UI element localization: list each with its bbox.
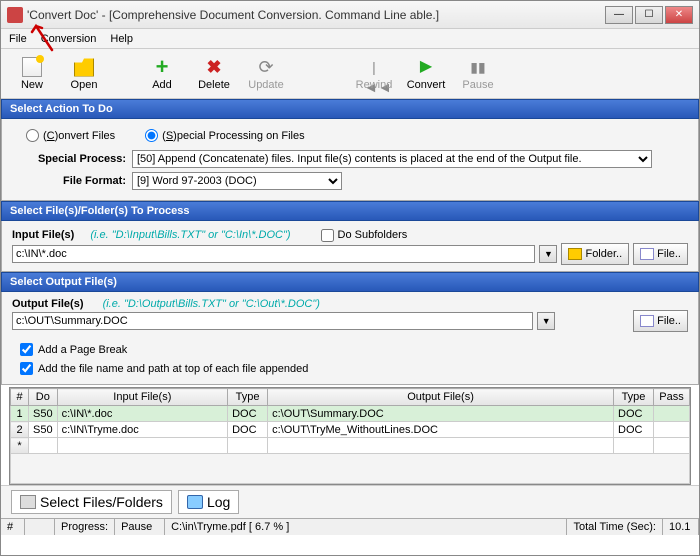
open-button[interactable]: Open — [61, 55, 107, 93]
output-files-label: Output File(s) — [12, 296, 84, 312]
convert-button[interactable]: ▶Convert — [403, 55, 449, 93]
toolbar: New Open +Add ✖Delete ⟳Update |◄◄Rewind … — [1, 49, 699, 99]
add-button[interactable]: +Add — [139, 55, 185, 93]
delete-button[interactable]: ✖Delete — [191, 55, 237, 93]
status-path: C:\in\Tryme.pdf [ 6.7 % ] — [165, 519, 567, 535]
input-dropdown-icon[interactable]: ▼ — [539, 245, 557, 263]
filename-path-checkbox[interactable] — [20, 362, 33, 375]
section-action-body: (C)onvert Files (S)pecial Processing on … — [1, 119, 699, 201]
status-bar: # Progress: Pause C:\in\Tryme.pdf [ 6.7 … — [1, 518, 699, 535]
input-file-field[interactable] — [12, 245, 535, 263]
status-total-label: Total Time (Sec): — [567, 519, 663, 535]
table-row[interactable]: 2 S50 c:\IN\Tryme.doc DOC c:\OUT\TryMe_W… — [11, 422, 690, 438]
output-hint: (i.e. "D:\Output\Bills.TXT" or "C:\Out\*… — [87, 298, 320, 310]
section-input-header: Select File(s)/Folder(s) To Process — [1, 201, 699, 221]
title-bar: 'Convert Doc' - [Comprehensive Document … — [1, 1, 699, 29]
output-file-browse-button[interactable]: File.. — [633, 310, 688, 332]
jobs-grid: # Do Input File(s) Type Output File(s) T… — [9, 387, 691, 485]
file-icon — [640, 315, 654, 327]
input-hint: (i.e. "D:\Input\Bills.TXT" or "C:\In\*.D… — [74, 229, 290, 241]
log-icon — [187, 495, 203, 509]
file-browse-button[interactable]: File.. — [633, 243, 688, 265]
status-progress-label: Progress: — [55, 519, 115, 535]
rewind-button[interactable]: |◄◄Rewind — [351, 55, 397, 93]
pause-button[interactable]: ▮▮Pause — [455, 55, 501, 93]
bottom-tabs: Select Files/Folders Log — [1, 485, 699, 518]
special-process-label: Special Process: — [12, 153, 132, 165]
status-pause: Pause — [115, 519, 165, 535]
window-title: 'Convert Doc' - [Comprehensive Document … — [27, 8, 605, 22]
file-format-label: File Format: — [12, 175, 132, 187]
input-files-label: Input File(s) — [12, 227, 74, 243]
output-file-field[interactable] — [12, 312, 533, 330]
grid-header-row: # Do Input File(s) Type Output File(s) T… — [11, 389, 690, 406]
app-icon — [7, 7, 23, 23]
tab-select-files[interactable]: Select Files/Folders — [11, 490, 172, 514]
new-button[interactable]: New — [9, 55, 55, 93]
status-num: # — [1, 519, 25, 535]
file-format-select[interactable]: [9] Word 97-2003 (DOC) — [132, 172, 342, 190]
do-subfolders-checkbox[interactable]: Do Subfolders — [321, 229, 408, 242]
menu-file[interactable]: File — [9, 33, 27, 45]
status-total-value: 10.1 — [663, 519, 699, 535]
special-process-select[interactable]: [50] Append (Concatenate) files. Input f… — [132, 150, 652, 168]
output-dropdown-icon[interactable]: ▼ — [537, 312, 555, 330]
menu-help[interactable]: Help — [110, 33, 133, 45]
update-button[interactable]: ⟳Update — [243, 55, 289, 93]
tab-log[interactable]: Log — [178, 490, 239, 514]
folder-browse-button[interactable]: Folder.. — [561, 243, 629, 265]
menu-bar: File Conversion Help — [1, 29, 699, 49]
radio-special-processing[interactable]: (S)pecial Processing on Files — [145, 129, 304, 142]
maximize-button[interactable]: ☐ — [635, 6, 663, 24]
close-button[interactable]: ✕ — [665, 6, 693, 24]
section-action-header: Select Action To Do — [1, 99, 699, 119]
page-break-checkbox[interactable] — [20, 343, 33, 356]
folder-icon — [568, 248, 582, 260]
radio-convert-files[interactable]: (C)onvert Files — [26, 129, 115, 142]
menu-conversion[interactable]: Conversion — [41, 33, 97, 45]
section-output-body: Output File(s) (i.e. "D:\Output\Bills.TX… — [1, 292, 699, 385]
table-row[interactable]: 1 S50 c:\IN\*.doc DOC c:\OUT\Summary.DOC… — [11, 406, 690, 422]
file-icon — [640, 248, 654, 260]
section-output-header: Select Output File(s) — [1, 272, 699, 292]
files-icon — [20, 495, 36, 509]
section-input-body: Input File(s) (i.e. "D:\Input\Bills.TXT"… — [1, 221, 699, 272]
table-row-new[interactable]: * — [11, 438, 690, 454]
minimize-button[interactable]: — — [605, 6, 633, 24]
